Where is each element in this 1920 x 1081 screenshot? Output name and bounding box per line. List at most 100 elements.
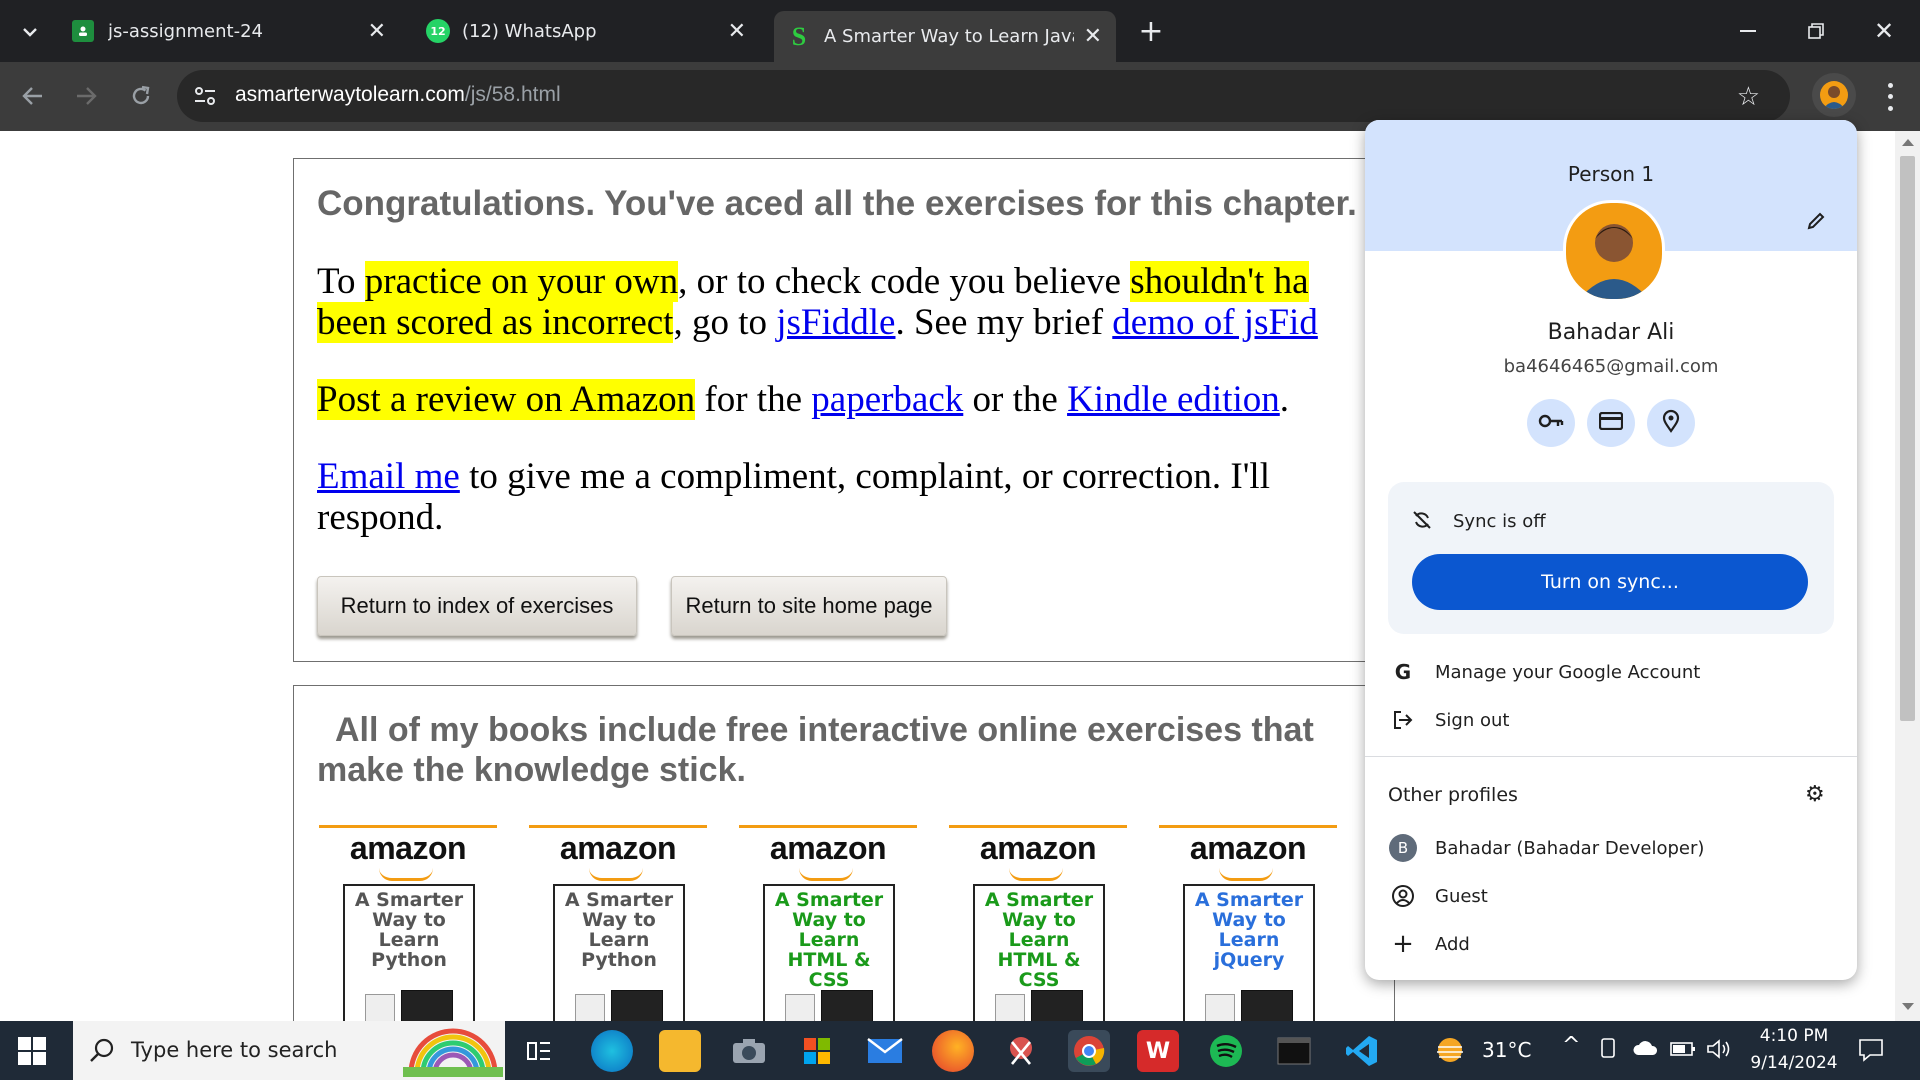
paperback-link[interactable]: paperback	[811, 379, 963, 420]
book-device-icon	[995, 994, 1025, 1021]
jsfiddle-link[interactable]: jsFiddle	[776, 302, 895, 343]
microsoft-store-icon[interactable]	[796, 1030, 838, 1072]
mail-icon[interactable]	[864, 1030, 906, 1072]
profile-avatar	[1563, 200, 1665, 302]
add-profile-item[interactable]: + Add	[1365, 922, 1857, 966]
show-hidden-icons-icon[interactable]: ^	[1562, 1033, 1580, 1058]
amazon-logo: amazon	[769, 830, 887, 866]
address-bar[interactable]: asmarterwaytolearn.com/js/58.html ☆	[177, 70, 1790, 122]
more-menu-icon[interactable]	[1880, 80, 1900, 114]
close-tab-icon[interactable]: ✕	[728, 19, 746, 44]
books-heading: All of my books include free interactive…	[317, 711, 1314, 789]
spotify-icon[interactable]	[1205, 1030, 1247, 1072]
passwords-button[interactable]	[1527, 399, 1575, 447]
tab-js-assignment[interactable]: js-assignment-24 ✕	[60, 11, 400, 51]
close-tab-icon[interactable]: ✕	[368, 19, 386, 44]
profile-name: Bahadar Ali	[1547, 320, 1675, 345]
close-window-icon[interactable]: ✕	[1864, 14, 1904, 48]
battery-icon[interactable]	[1670, 1041, 1696, 1061]
book-thumbnail[interactable]: amazon A Smarter Way to Learn Python	[529, 825, 707, 1021]
taskbar-search[interactable]: Type here to search	[73, 1021, 505, 1080]
tab-label: A Smarter Way to Learn JavaScr	[824, 26, 1074, 47]
firefox-icon[interactable]	[932, 1030, 974, 1072]
book-cover: A Smarter Way to Learn HTML & CSS	[973, 884, 1105, 1021]
email-paragraph: Email me to give me a compliment, compla…	[317, 456, 1327, 538]
book-title: A Smarter Way to Learn HTML & CSS	[774, 889, 884, 991]
book-cover: A Smarter Way to Learn Python	[553, 884, 685, 1021]
menu-label: Bahadar (Bahadar Developer)	[1435, 837, 1705, 859]
tab-smarter-way-javascript[interactable]: S A Smarter Way to Learn JavaScr ✕	[774, 11, 1116, 62]
minimize-icon[interactable]	[1728, 14, 1768, 48]
task-view-icon[interactable]	[518, 1030, 560, 1072]
addresses-button[interactable]	[1647, 399, 1695, 447]
highlight-text: Post a review on Amazon	[317, 379, 696, 420]
snipping-tool-icon[interactable]	[1000, 1030, 1042, 1072]
new-tab-icon[interactable]: +	[1131, 14, 1171, 49]
kindle-edition-link[interactable]: Kindle edition	[1067, 379, 1280, 420]
clock-time[interactable]: 4:10 PM	[1754, 1026, 1834, 1046]
wps-office-icon[interactable]: W	[1137, 1030, 1179, 1072]
tab-label: (12) WhatsApp	[462, 20, 597, 42]
book-cover: A Smarter Way to Learn HTML & CSS	[763, 884, 895, 1021]
temperature: 31°C	[1482, 1038, 1532, 1062]
profile-avatar-button[interactable]	[1812, 73, 1856, 117]
book-device-icon	[1205, 994, 1235, 1021]
payment-methods-button[interactable]	[1587, 399, 1635, 447]
vscode-icon[interactable]	[1341, 1030, 1383, 1072]
book-thumbnail[interactable]: amazon A Smarter Way to Learn HTML & CSS	[949, 825, 1127, 1021]
close-tab-icon[interactable]: ✕	[1084, 24, 1102, 49]
practice-paragraph: To practice on your own, or to check cod…	[317, 261, 1394, 343]
camera-icon[interactable]	[728, 1030, 770, 1072]
device-icon[interactable]	[1598, 1037, 1618, 1063]
tab-whatsapp[interactable]: 12 (12) WhatsApp ✕	[412, 11, 760, 51]
book-device-icon	[365, 994, 395, 1021]
menu-label: Sign out	[1435, 709, 1510, 731]
book-thumbnail[interactable]: amazon A Smarter Way to Learn jQuery	[1159, 825, 1337, 1021]
onedrive-icon[interactable]	[1632, 1039, 1658, 1061]
text: , or to check code you believe	[678, 261, 1131, 302]
weather-icon[interactable]	[1433, 1035, 1467, 1065]
book-thumbnail[interactable]: amazon A Smarter Way to Learn HTML & CSS	[739, 825, 917, 1021]
sign-out-item[interactable]: Sign out	[1365, 698, 1857, 742]
edge-icon[interactable]	[591, 1030, 633, 1072]
book-thumbnail[interactable]: amazon A Smarter Way to Learn Python	[319, 825, 497, 1021]
email-me-link[interactable]: Email me	[317, 456, 460, 497]
manage-profiles-gear-icon[interactable]: ⚙	[1805, 782, 1825, 807]
google-classroom-icon	[72, 20, 94, 42]
terminal-icon[interactable]	[1273, 1030, 1315, 1072]
scroll-up-arrow-icon[interactable]	[1902, 139, 1914, 146]
text: or the	[963, 379, 1068, 420]
reload-icon[interactable]	[121, 76, 161, 116]
return-to-home-button[interactable]: Return to site home page	[671, 576, 947, 636]
windows-start-icon[interactable]	[18, 1037, 46, 1065]
scroll-thumb[interactable]	[1900, 156, 1915, 721]
back-icon[interactable]	[13, 76, 53, 116]
demo-jsfiddle-link[interactable]: demo of jsFid	[1112, 302, 1318, 343]
restore-icon[interactable]	[1796, 14, 1836, 48]
tab-search-dropdown-icon[interactable]	[12, 14, 48, 50]
scroll-down-arrow-icon[interactable]	[1902, 1003, 1914, 1010]
highlight-text: been scored as incorrect	[317, 302, 674, 343]
page-scrollbar[interactable]	[1895, 131, 1920, 1021]
notifications-icon[interactable]	[1858, 1038, 1884, 1066]
amazon-smile-icon	[589, 868, 643, 881]
url-text[interactable]: asmarterwaytolearn.com/js/58.html	[235, 83, 561, 107]
amazon-logo: amazon	[349, 830, 467, 866]
clock-date[interactable]: 9/14/2024	[1744, 1053, 1844, 1073]
profile-item-guest[interactable]: Guest	[1365, 874, 1857, 918]
sync-off-icon	[1412, 510, 1432, 534]
file-explorer-icon[interactable]	[659, 1030, 701, 1072]
text: to give me a compliment, complaint, or c…	[317, 456, 1270, 538]
bookmark-star-icon[interactable]: ☆	[1737, 82, 1760, 112]
turn-on-sync-button[interactable]: Turn on sync...	[1412, 554, 1808, 610]
site-info-icon[interactable]	[193, 85, 217, 111]
volume-icon[interactable]	[1706, 1038, 1732, 1064]
manage-google-account-item[interactable]: G Manage your Google Account	[1365, 650, 1857, 694]
forward-icon[interactable]	[66, 76, 106, 116]
chrome-icon[interactable]	[1068, 1030, 1110, 1072]
book-cover: A Smarter Way to Learn Python	[343, 884, 475, 1021]
profile-item-bahadar[interactable]: B Bahadar (Bahadar Developer)	[1365, 826, 1857, 870]
edit-profile-icon[interactable]	[1801, 206, 1831, 236]
return-to-index-button[interactable]: Return to index of exercises	[317, 576, 637, 636]
book-cover: A Smarter Way to Learn jQuery	[1183, 884, 1315, 1021]
